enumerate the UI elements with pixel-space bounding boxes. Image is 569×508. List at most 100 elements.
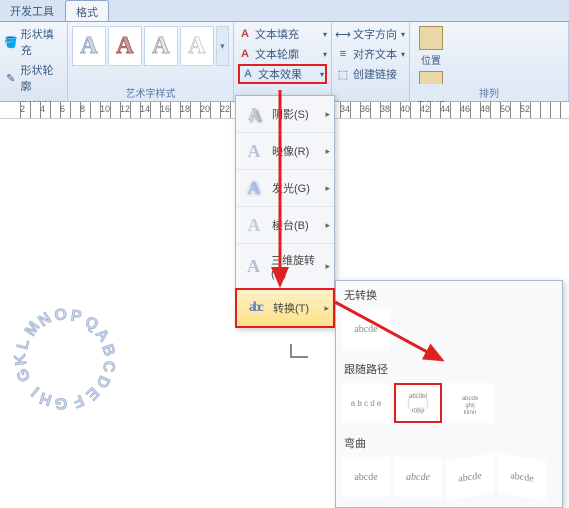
wordart-group: A A A A ▾ 艺术字样式 xyxy=(68,22,234,101)
chevron-right-icon: ▸ xyxy=(325,146,330,157)
chevron-right-icon: ▸ xyxy=(325,183,330,194)
align-icon: ≡ xyxy=(336,47,350,61)
fx-bevel-item[interactable]: A棱台(B)▸ xyxy=(236,207,334,244)
fx-shadow-item[interactable]: A阴影(S)▸ xyxy=(236,96,334,133)
ruler-tick: 2 xyxy=(20,104,25,114)
transform-path-2[interactable]: abcdef mlkji xyxy=(394,383,442,423)
chevron-down-icon: ▾ xyxy=(323,30,327,39)
fx-transform-item[interactable]: abc转换(T)▸ xyxy=(235,288,335,328)
ruler-tick: 20 xyxy=(200,104,210,114)
position-button[interactable]: 位置 xyxy=(414,24,448,69)
text-group: A文本填充▾ A文本轮廓▾ A文本效果▾ xyxy=(234,22,332,101)
ruler-tick: 50 xyxy=(500,104,510,114)
svg-text:ghij: ghij xyxy=(465,403,474,409)
text-direction-group: ⟷文字方向▾ ≡对齐文本▾ ⬚创建链接 xyxy=(332,22,410,101)
transform-none-option[interactable]: abcde xyxy=(342,309,390,349)
transform-section-path: 跟随路径 xyxy=(338,357,560,381)
wordart-group-label: 艺术字样式 xyxy=(68,84,233,101)
svg-text:abcdef: abcdef xyxy=(409,394,427,400)
circle-char: H xyxy=(38,388,55,409)
transform-warp-1[interactable]: abcde xyxy=(342,457,390,497)
fx-3d-rotation-item[interactable]: A三维旋转(D)▸ xyxy=(236,244,334,289)
text-fill-button[interactable]: A文本填充▾ xyxy=(238,24,327,44)
transform-icon: abc xyxy=(243,298,267,318)
text-outline-icon: A xyxy=(238,47,252,61)
text-effects-icon: A xyxy=(241,67,255,81)
bevel-icon: A xyxy=(242,215,266,235)
svg-text:a b c d e: a b c d e xyxy=(351,399,382,408)
chevron-right-icon: ▸ xyxy=(325,261,330,272)
shadow-icon: A xyxy=(242,104,266,124)
ribbon: 🪣形状填充 ✎形状轮廓 ◧形状效果 A A A A ▾ 艺术字样式 A文本填充▾… xyxy=(0,22,569,102)
ruler-tick: 22 xyxy=(220,104,230,114)
text-effects-menu: A阴影(S)▸ A映像(R)▸ A发光(G)▸ A棱台(B)▸ A三维旋转(D)… xyxy=(235,95,335,328)
align-text-button[interactable]: ≡对齐文本▾ xyxy=(336,44,405,64)
page-corner-mark xyxy=(290,344,308,358)
path-circle-icon: abcdef mlkji xyxy=(398,388,438,418)
ruler-tick: 36 xyxy=(360,104,370,114)
ruler-tick: 44 xyxy=(440,104,450,114)
text-fill-icon: A xyxy=(238,27,252,41)
shape-outline-button[interactable]: ✎形状轮廓 xyxy=(4,60,63,96)
shape-fill-button[interactable]: 🪣形状填充 xyxy=(4,24,63,60)
ruler-tick: 16 xyxy=(160,104,170,114)
transform-path-3[interactable]: abcdeghijklmn xyxy=(446,383,494,423)
path-arc-icon: a b c d e xyxy=(346,388,386,418)
ruler-tick: 18 xyxy=(180,104,190,114)
fx-glow-item[interactable]: A发光(G)▸ xyxy=(236,170,334,207)
ruler-tick: 46 xyxy=(460,104,470,114)
circle-char: C xyxy=(98,360,116,372)
text-effects-button[interactable]: A文本效果▾ xyxy=(238,64,327,84)
ruler-tick: 4 xyxy=(40,104,45,114)
glow-icon: A xyxy=(242,178,266,198)
chevron-right-icon: ▸ xyxy=(325,109,330,120)
direction-icon: ⟷ xyxy=(336,27,350,41)
arrange-group: 位置 自动换行 上移一层▾ 下移一层▾ 选择窗格 排列 xyxy=(410,22,569,101)
transform-section-none: 无转换 xyxy=(338,283,560,307)
wordart-circle-text[interactable]: ABCDEFGHIGKLMNOPQ xyxy=(0,294,130,424)
ruler-tick: 40 xyxy=(400,104,410,114)
create-link-button[interactable]: ⬚创建链接 xyxy=(336,64,405,84)
transform-warp-2[interactable]: abcde xyxy=(394,457,442,497)
chevron-right-icon: ▸ xyxy=(324,303,329,314)
transform-section-warp: 弯曲 xyxy=(338,431,560,455)
path-button-icon: abcdeghijklmn xyxy=(450,388,490,418)
link-icon: ⬚ xyxy=(336,67,350,81)
rotate-3d-icon: A xyxy=(242,256,265,276)
bucket-icon: 🪣 xyxy=(4,35,18,49)
ruler-tick: 6 xyxy=(60,104,65,114)
chevron-down-icon: ▾ xyxy=(320,70,324,79)
ruler-tick: 10 xyxy=(100,104,110,114)
svg-text:mlkji: mlkji xyxy=(412,408,424,414)
ruler-tick: 42 xyxy=(420,104,430,114)
text-outline-button[interactable]: A文本轮廓▾ xyxy=(238,44,327,64)
transform-path-1[interactable]: a b c d e xyxy=(342,383,390,423)
ruler-tick: 48 xyxy=(480,104,490,114)
ruler-tick: 38 xyxy=(380,104,390,114)
pen-icon: ✎ xyxy=(4,71,18,85)
tab-format[interactable]: 格式 xyxy=(65,0,109,21)
circle-char: O xyxy=(53,306,69,326)
transform-warp-4[interactable]: abcde xyxy=(498,454,546,501)
fx-reflection-item[interactable]: A映像(R)▸ xyxy=(236,133,334,170)
ruler-tick: 12 xyxy=(120,104,130,114)
text-direction-button[interactable]: ⟷文字方向▾ xyxy=(336,24,405,44)
circle-char: G xyxy=(14,365,36,385)
tab-developer[interactable]: 开发工具 xyxy=(0,0,65,21)
circle-char: L xyxy=(14,338,34,352)
svg-text:abcde: abcde xyxy=(462,396,479,402)
wordart-style-1[interactable]: A xyxy=(72,26,106,66)
ruler-tick: 34 xyxy=(340,104,350,114)
wordart-more-button[interactable]: ▾ xyxy=(216,26,229,66)
wordart-style-3[interactable]: A xyxy=(144,26,178,66)
chevron-right-icon: ▸ xyxy=(325,220,330,231)
wordart-style-4[interactable]: A xyxy=(180,26,214,66)
ribbon-tabs: 开发工具 格式 xyxy=(0,0,569,22)
transform-warp-3[interactable]: abcde xyxy=(446,454,494,501)
shape-style-group: 🪣形状填充 ✎形状轮廓 ◧形状效果 xyxy=(0,22,68,101)
wordart-style-2[interactable]: A xyxy=(108,26,142,66)
ruler-tick: 14 xyxy=(140,104,150,114)
reflection-icon: A xyxy=(242,141,266,161)
circle-char: G xyxy=(54,393,67,412)
svg-text:klmn: klmn xyxy=(464,410,477,416)
